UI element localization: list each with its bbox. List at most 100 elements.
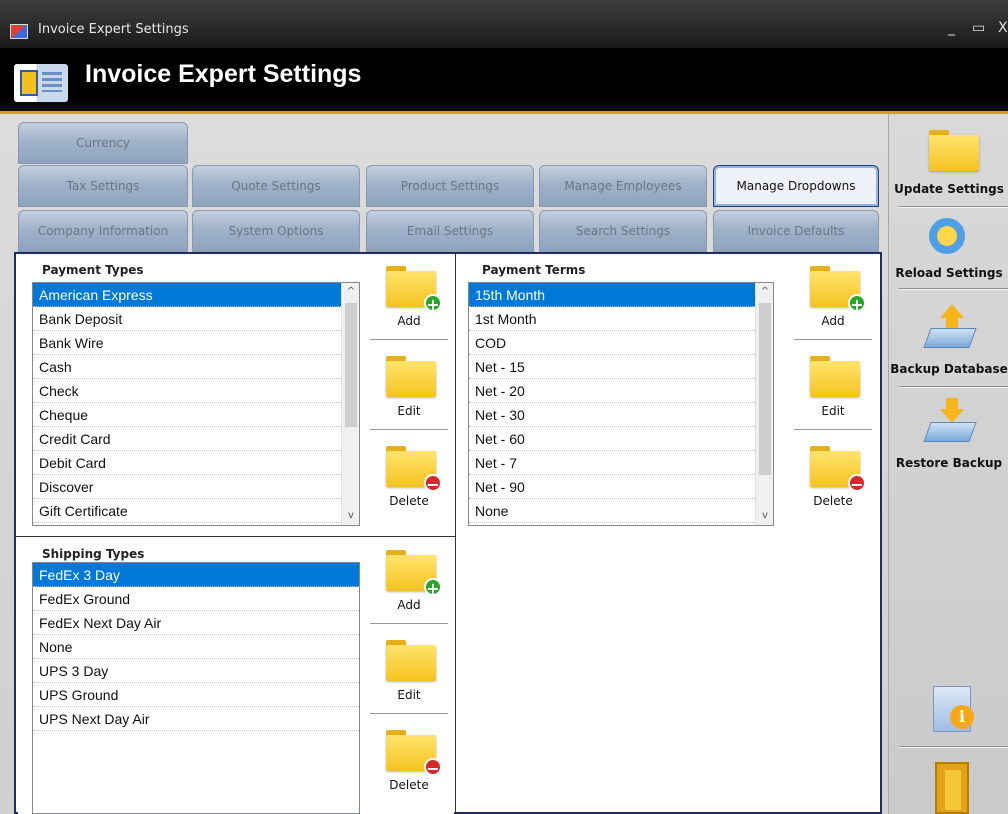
tab-product-settings[interactable]: Product Settings: [366, 165, 534, 207]
payment-terms-delete-button[interactable]: − Delete: [794, 434, 872, 520]
payment-terms-scrollbar[interactable]: ^ v: [755, 283, 773, 525]
payment-types-title: Payment Types: [40, 263, 146, 277]
reload-settings-button[interactable]: Reload Settings: [889, 212, 1008, 298]
payment-term-item[interactable]: COD: [469, 331, 773, 355]
settings-window: Invoice Expert Settings _ ▭ X Invoice Ex…: [0, 0, 1008, 814]
folder-add-icon: +: [810, 266, 866, 314]
shipping-types-group: Shipping Types FedEx 3 Day FedEx Ground Fe…: [18, 538, 454, 814]
sidebar: Update Settings Reload Settings Backup D…: [888, 114, 1008, 814]
title-bar: Invoice Expert Settings _ ▭ X: [0, 0, 1008, 48]
close-button[interactable]: X: [998, 20, 1008, 36]
maximize-button[interactable]: ▭: [972, 20, 985, 36]
edit-label: Edit: [397, 688, 421, 702]
add-label: Add: [397, 598, 421, 612]
payment-type-item[interactable]: Cheque: [33, 403, 359, 427]
payment-term-item[interactable]: Net - 15: [469, 355, 773, 379]
folder-add-icon: +: [386, 266, 442, 314]
add-label: Add: [821, 314, 845, 328]
payment-term-item[interactable]: Net - 60: [469, 427, 773, 451]
delete-label: Delete: [389, 778, 429, 792]
payment-type-item[interactable]: Discover: [33, 475, 359, 499]
payment-terms-edit-button[interactable]: Edit: [794, 344, 872, 430]
restore-backup-button[interactable]: Restore Backup: [889, 394, 1008, 480]
payment-type-item[interactable]: Bank Deposit: [33, 307, 359, 331]
shipping-type-item[interactable]: None: [33, 635, 359, 659]
payment-term-item[interactable]: Net - 30: [469, 403, 773, 427]
shipping-types-title: Shipping Types: [40, 547, 147, 561]
page-title: Invoice Expert Settings: [85, 60, 362, 88]
group-divider: [455, 254, 456, 536]
payment-term-item[interactable]: 15th Month: [469, 283, 773, 307]
backup-upload-icon: [923, 304, 977, 350]
payment-type-item[interactable]: American Express: [33, 283, 359, 307]
tab-search-settings[interactable]: Search Settings: [539, 210, 707, 252]
scroll-up-icon[interactable]: ^: [756, 283, 773, 301]
folder-edit-icon: [386, 356, 436, 397]
shipping-type-item[interactable]: UPS 3 Day: [33, 659, 359, 683]
shipping-type-item[interactable]: UPS Ground: [33, 683, 359, 707]
payment-term-item[interactable]: None: [469, 499, 773, 523]
group-divider: [16, 536, 456, 537]
window-title: Invoice Expert Settings: [38, 22, 189, 37]
payment-terms-list[interactable]: 15th Month 1st Month COD Net - 15 Net - 20 Ne…: [468, 282, 774, 526]
shipping-types-delete-button[interactable]: − Delete: [370, 718, 448, 804]
shipping-types-add-button[interactable]: + Add: [370, 538, 448, 624]
payment-type-item[interactable]: Credit Card: [33, 427, 359, 451]
backup-database-label: Backup Database: [890, 362, 1008, 376]
payment-type-item[interactable]: Debit Card: [33, 451, 359, 475]
shipping-type-item[interactable]: FedEx 3 Day: [33, 563, 359, 587]
delete-label: Delete: [389, 494, 429, 508]
payment-type-item[interactable]: Check: [33, 379, 359, 403]
tab-company-information[interactable]: Company Information: [18, 210, 188, 252]
tab-manage-dropdowns[interactable]: Manage Dropdowns: [713, 165, 879, 207]
payment-types-edit-button[interactable]: Edit: [370, 344, 448, 430]
delete-label: Delete: [813, 494, 853, 508]
settings-card-icon: [14, 64, 68, 102]
tab-tax-settings[interactable]: Tax Settings: [18, 165, 188, 207]
shipping-type-item[interactable]: UPS Next Day Air: [33, 707, 359, 731]
info-icon[interactable]: i: [933, 686, 974, 732]
update-settings-label: Update Settings: [894, 182, 1004, 196]
shipping-types-list[interactable]: FedEx 3 Day FedEx Ground FedEx Next Day Ai…: [32, 562, 360, 814]
payment-term-item[interactable]: 1st Month: [469, 307, 773, 331]
payment-types-scrollbar[interactable]: ^ v: [341, 283, 359, 525]
tab-email-settings[interactable]: Email Settings: [366, 210, 534, 252]
update-settings-button[interactable]: Update Settings: [889, 122, 1008, 208]
folder-delete-icon: −: [386, 446, 442, 494]
tab-manage-employees[interactable]: Manage Employees: [539, 165, 707, 207]
shipping-type-item[interactable]: FedEx Next Day Air: [33, 611, 359, 635]
scroll-up-icon[interactable]: ^: [342, 283, 359, 301]
exit-door-icon[interactable]: [935, 762, 969, 814]
header-banner: Invoice Expert Settings: [0, 48, 1008, 114]
payment-terms-add-button[interactable]: + Add: [794, 254, 872, 340]
payment-term-item[interactable]: Net - 20: [469, 379, 773, 403]
folder-delete-icon: −: [386, 730, 442, 778]
shipping-types-edit-button[interactable]: Edit: [370, 628, 448, 714]
shipping-type-item[interactable]: FedEx Ground: [33, 587, 359, 611]
edit-label: Edit: [821, 404, 845, 418]
payment-term-item[interactable]: Net - 90: [469, 475, 773, 499]
tab-currency[interactable]: Currency: [18, 122, 188, 164]
payment-type-item[interactable]: Gift Certificate: [33, 499, 359, 523]
tab-invoice-defaults[interactable]: Invoice Defaults: [713, 210, 879, 252]
dropdowns-panel: Payment Types American Express Bank Depos…: [14, 252, 882, 814]
tab-quote-settings[interactable]: Quote Settings: [192, 165, 360, 207]
folder-delete-icon: −: [810, 446, 866, 494]
payment-term-item[interactable]: Net - 7: [469, 451, 773, 475]
app-icon: [10, 24, 28, 39]
minimize-button[interactable]: _: [948, 20, 955, 36]
backup-database-button[interactable]: Backup Database: [889, 298, 1008, 384]
tab-system-options[interactable]: System Options: [192, 210, 360, 252]
folder-edit-icon: [810, 356, 860, 397]
payment-types-delete-button[interactable]: − Delete: [370, 434, 448, 520]
payment-type-item[interactable]: Cash: [33, 355, 359, 379]
payment-terms-group: Payment Terms 15th Month 1st Month COD Net …: [458, 254, 880, 534]
payment-type-item[interactable]: Bank Wire: [33, 331, 359, 355]
scroll-thumb[interactable]: [759, 303, 771, 475]
scroll-thumb[interactable]: [345, 303, 357, 427]
scroll-down-icon[interactable]: v: [756, 507, 773, 525]
add-label: Add: [397, 314, 421, 328]
scroll-down-icon[interactable]: v: [342, 507, 359, 525]
payment-types-list[interactable]: American Express Bank Deposit Bank Wire Cas…: [32, 282, 360, 526]
payment-types-add-button[interactable]: + Add: [370, 254, 448, 340]
